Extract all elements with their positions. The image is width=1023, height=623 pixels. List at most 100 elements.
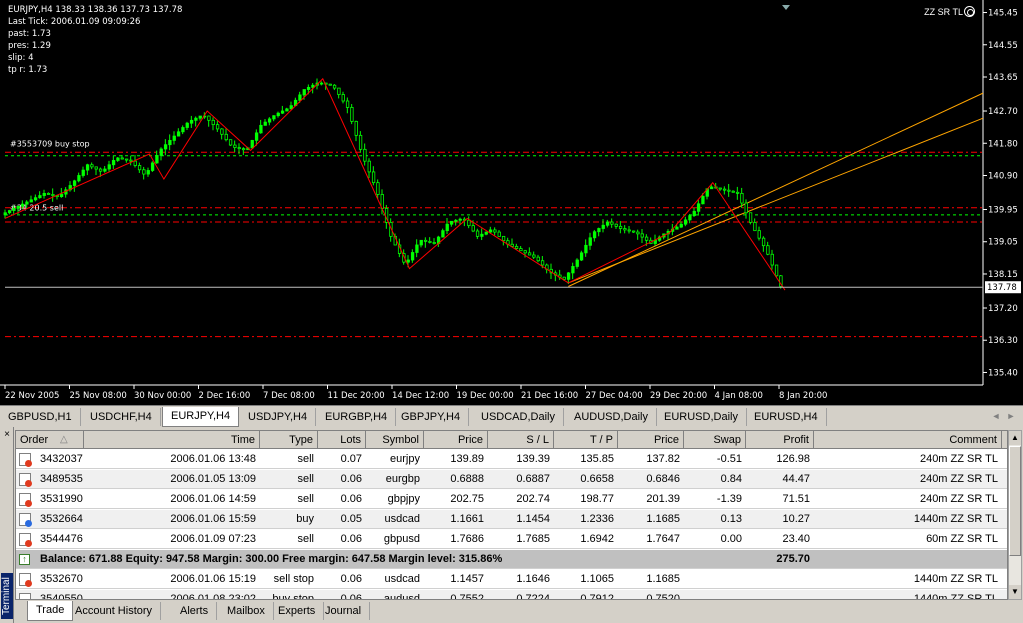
scroll-up-icon[interactable]: ▲	[1009, 431, 1021, 445]
symbol-tab-usdcad-daily[interactable]: USDCAD,Daily	[473, 408, 564, 426]
cell-order: 3544476	[40, 533, 83, 545]
symbol-tab-eurjpy-h4[interactable]: EURJPY,H4	[162, 407, 240, 427]
candle-body	[757, 230, 761, 239]
cell-cur-price: 1.1685	[646, 513, 680, 525]
buy-order-icon	[19, 513, 32, 527]
close-icon[interactable]: ×	[2, 430, 12, 440]
tab-scroll-right-icon[interactable]: ►	[1005, 409, 1017, 424]
candle-body	[129, 159, 133, 162]
candle-body	[540, 260, 545, 266]
symbol-tab-usdjpy-h4[interactable]: USDJPY,H4	[240, 408, 317, 426]
cell-type: sell	[297, 533, 314, 545]
candle-body	[683, 219, 688, 225]
candle-body	[94, 166, 98, 170]
candle-body	[753, 222, 757, 232]
candle-body	[107, 164, 111, 170]
cell-comment: 240m ZZ SR TL	[919, 493, 998, 505]
candle-body	[458, 218, 462, 221]
column-header-swap[interactable]: Swap	[684, 431, 746, 449]
indicator-label: ZZ SR TL	[924, 7, 963, 17]
column-header-sl[interactable]: S / L	[488, 431, 554, 449]
sell-order-icon	[19, 493, 32, 507]
cell-type: sell stop	[273, 573, 314, 585]
column-header-type[interactable]: Type	[260, 431, 318, 449]
symbol-tab-eurusd-daily[interactable]: EURUSD,Daily	[656, 408, 747, 426]
price-chart[interactable]: 145.45 144.55 143.65 142.70 141.80 140.90 139.…	[0, 0, 1023, 405]
cell-lots: 0.07	[340, 453, 362, 465]
cell-type: buy	[296, 513, 314, 525]
cell-comment: 240m ZZ SR TL	[919, 453, 998, 465]
time-tick-label: 30 Nov 00:00	[134, 391, 191, 401]
tab-account-history[interactable]: Account History	[67, 602, 162, 620]
tab-mailbox[interactable]: Mailbox	[219, 602, 274, 620]
balance-row: ↑ Balance: 671.88 Equity: 947.58 Margin: …	[16, 550, 1007, 569]
candle-body	[85, 164, 90, 171]
candle-body	[696, 203, 701, 212]
candle-body	[748, 212, 753, 223]
symbol-tab-eurusd-h4[interactable]: EURUSD,H4	[746, 408, 827, 426]
chart-info-line: slip: 4	[8, 53, 34, 63]
column-header-cur-price[interactable]: Price	[618, 431, 684, 449]
cell-time: 2006.01.06 15:59	[170, 513, 256, 525]
candle-body	[172, 135, 176, 141]
vertical-scrollbar[interactable]: ▲ ▼	[1008, 430, 1022, 600]
chart-canvas[interactable]: 145.45 144.55 143.65 142.70 141.80 140.90 139.…	[0, 0, 1023, 405]
symbol-tab-audusd-daily[interactable]: AUDUSD,Daily	[566, 408, 657, 426]
time-tick-label: 25 Nov 08:00	[70, 391, 127, 401]
trade-row[interactable]: 3432037 2006.01.06 13:48 sell 0.07 eurjpy 139…	[16, 450, 1007, 469]
pending-order-row[interactable]: 3532670 2006.01.06 15:19 sell stop 0.06 usdc…	[16, 570, 1007, 589]
candle-body	[588, 237, 592, 246]
column-header-comment[interactable]: Comment	[814, 431, 1002, 449]
candle-body	[692, 210, 696, 216]
candle-body	[410, 252, 415, 261]
column-header-order[interactable]: Order	[16, 431, 84, 449]
tab-alerts[interactable]: Alerts	[172, 602, 218, 620]
scroll-thumb[interactable]	[1009, 446, 1021, 556]
trade-row[interactable]: 3544476 2006.01.09 07:23 sell 0.06 gbpusd 1.7…	[16, 530, 1007, 549]
column-header-price[interactable]: Price	[424, 431, 488, 449]
symbol-tab-usdchf-h4[interactable]: USDCHF,H4	[82, 408, 161, 426]
cell-price: 1.1661	[450, 513, 484, 525]
cell-symbol: audusd	[383, 593, 420, 600]
symbol-tab-eurgbp-h4[interactable]: EURGBP,H4	[317, 408, 397, 426]
current-price-label: 137.78	[987, 283, 1017, 293]
cell-sl: 1.1454	[516, 513, 550, 525]
candle-body	[471, 225, 475, 232]
candle-body	[51, 194, 55, 196]
scroll-down-icon[interactable]: ▼	[1009, 585, 1021, 599]
cell-tp: 0.6658	[580, 473, 614, 485]
cell-comment: 1440m ZZ SR TL	[913, 513, 998, 525]
time-tick-label: 27 Dec 04:00	[586, 391, 643, 401]
cell-lots: 0.06	[340, 573, 362, 585]
cell-tp: 1.1065	[580, 573, 614, 585]
pending-order-row[interactable]: 3540550 2006.01.08 23:02 buy stop 0.06 audus…	[16, 590, 1007, 600]
column-header-tp[interactable]: T / P	[554, 431, 618, 449]
terminal-title: Terminal	[1, 573, 13, 619]
column-header-profit[interactable]: Profit	[746, 431, 814, 449]
trade-row[interactable]: 3489535 2006.01.05 13:09 sell 0.06 eurgbp 0.6…	[16, 470, 1007, 489]
symbol-tab-gbpusd-h1[interactable]: GBPUSD,H1	[0, 408, 81, 426]
candle-body	[120, 157, 124, 160]
cell-sl: 1.7685	[516, 533, 550, 545]
candle-body	[640, 233, 644, 238]
tab-scroll-left-icon[interactable]: ◄	[990, 409, 1002, 424]
candle-body	[233, 144, 237, 148]
candle-body	[744, 202, 748, 214]
balance-summary: Balance: 671.88 Equity: 947.58 Margin: 3…	[40, 553, 503, 565]
candle-body	[302, 89, 306, 96]
candle-body	[341, 94, 345, 102]
column-header-symbol[interactable]: Symbol	[366, 431, 424, 449]
symbol-tab-gbpjpy-h4[interactable]: GBPJPY,H4	[393, 408, 470, 426]
column-header-lots[interactable]: Lots	[318, 431, 366, 449]
candle-body	[514, 245, 519, 249]
candle-body	[319, 82, 324, 85]
indicator-settings-icon[interactable]	[964, 6, 975, 17]
tab-journal[interactable]: Journal	[317, 602, 371, 620]
trade-row[interactable]: 3531990 2006.01.06 14:59 sell 0.06 gbpjpy 202…	[16, 490, 1007, 509]
trade-row[interactable]: 3532664 2006.01.06 15:59 buy 0.05 usdcad 1.16…	[16, 510, 1007, 529]
time-tick-label: 29 Dec 20:00	[650, 391, 707, 401]
cell-swap: -0.51	[716, 453, 742, 465]
column-header-time[interactable]: Time	[84, 431, 260, 449]
cell-symbol: eurgbp	[385, 473, 420, 485]
cell-symbol: usdcad	[384, 513, 420, 525]
